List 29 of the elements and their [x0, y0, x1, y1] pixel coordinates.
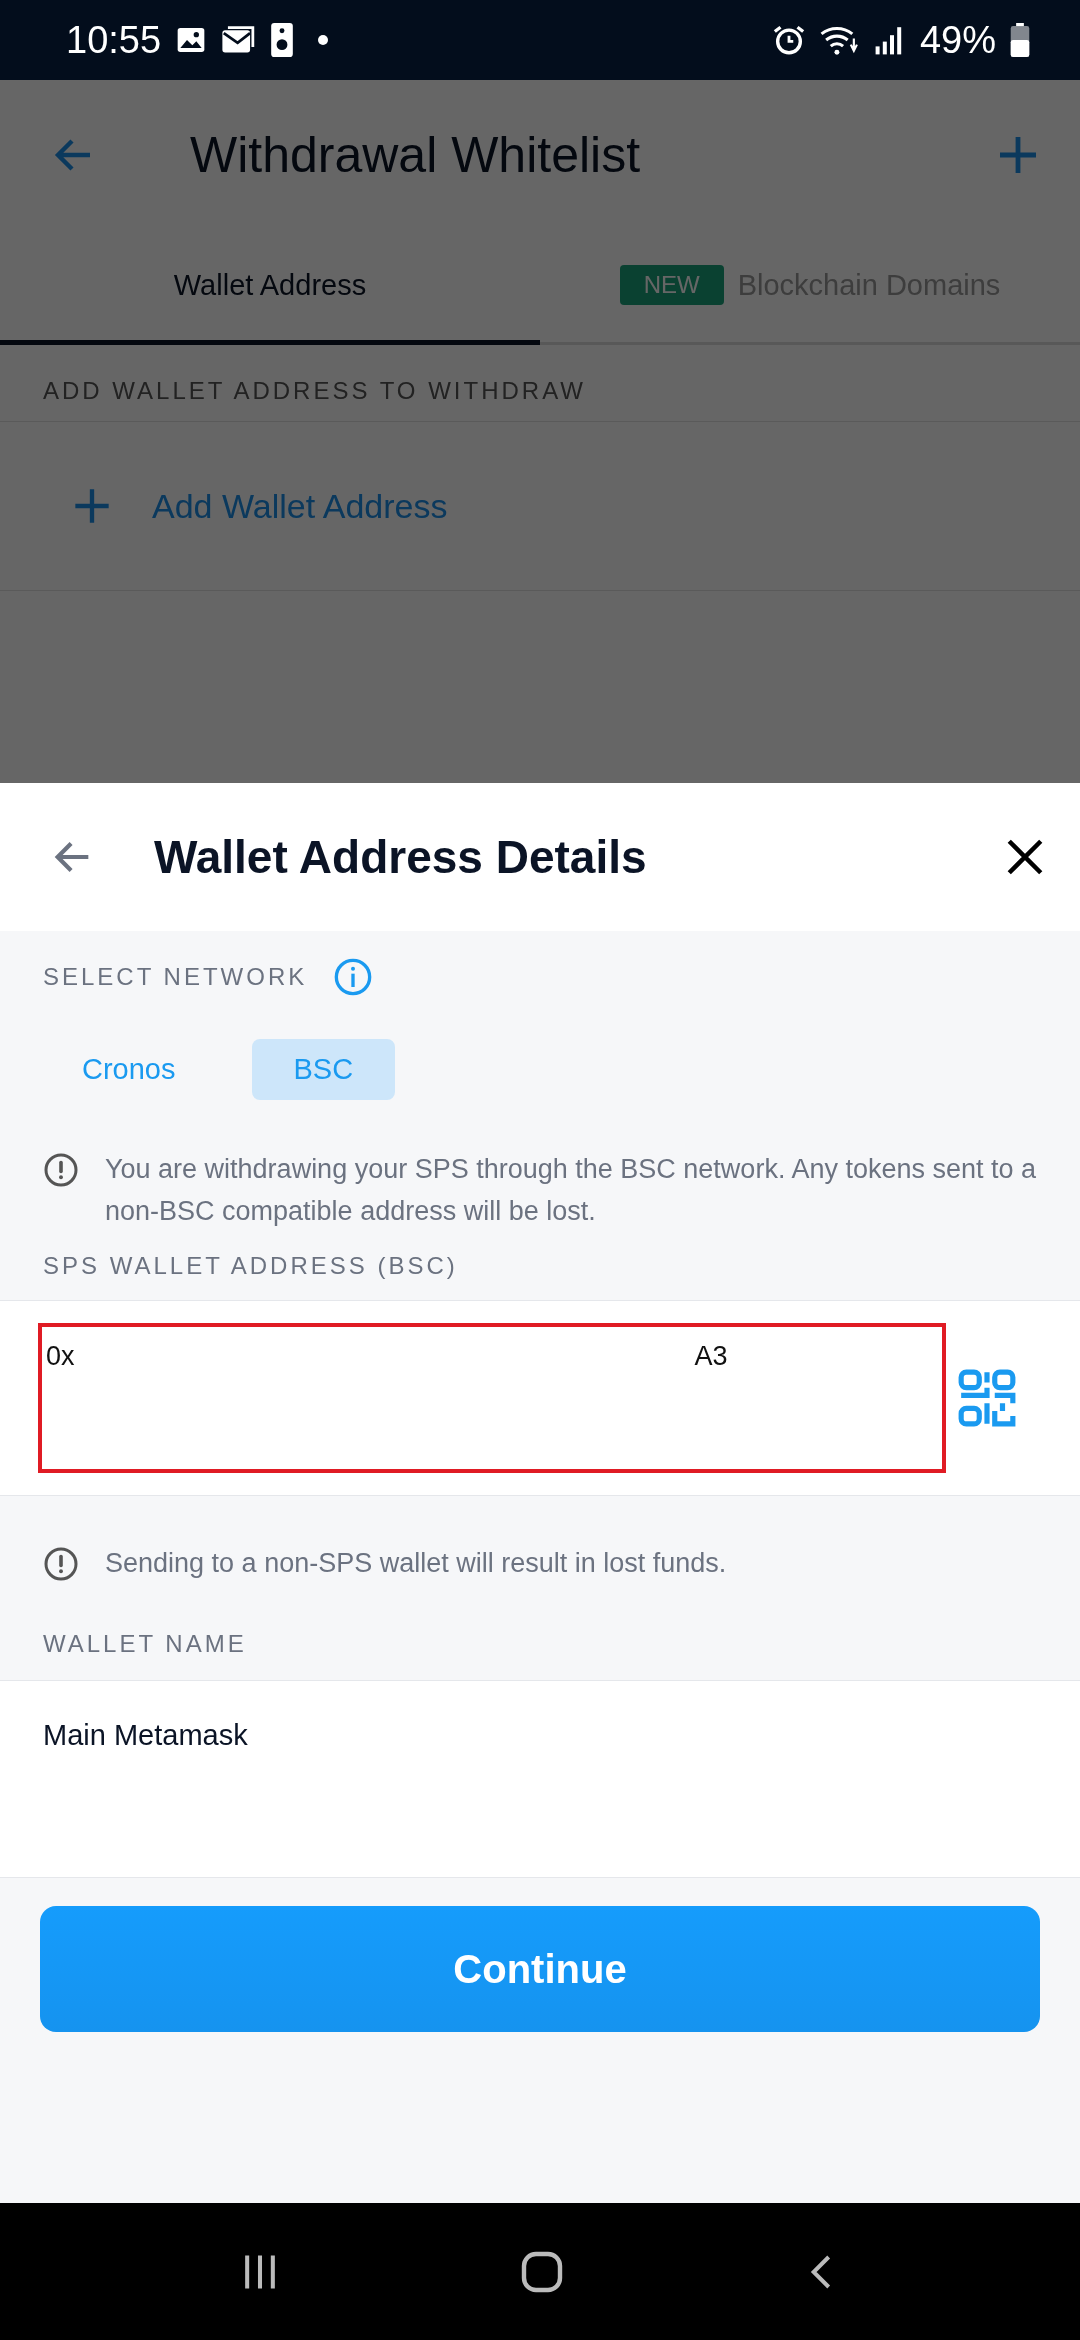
- continue-button[interactable]: Continue: [40, 1906, 1040, 2032]
- section-label: WALLET NAME: [43, 1630, 247, 1658]
- network-notice: You are withdrawing your SPS through the BSC network. Any tokens sent to a non-BSC compatible address will be lost.: [105, 1153, 1037, 1228]
- battery-icon: [1010, 23, 1030, 57]
- network-chip[interactable]: Cronos: [40, 1039, 218, 1100]
- alert-icon: [43, 1152, 79, 1188]
- new-badge: NEW: [619, 265, 724, 305]
- screen-title: Withdrawal Whitelist: [190, 126, 642, 184]
- add-wallet-label: Add Wallet Address: [152, 486, 448, 526]
- section-label: SELECT NETWORK: [43, 963, 308, 991]
- dot-icon: [317, 34, 330, 46]
- info-icon[interactable]: [333, 957, 374, 997]
- alert-icon: [43, 1546, 79, 1582]
- address-notice: Sending to a non-SPS wallet will result in lost funds.: [105, 1547, 727, 1580]
- wallet-name-field[interactable]: Main Metamask: [0, 1681, 1080, 1877]
- section-label: SPS WALLET ADDRESS (BSC): [43, 1252, 458, 1280]
- network-chip[interactable]: BSC: [251, 1039, 396, 1100]
- alarm-icon: [771, 23, 806, 57]
- add-wallet-row[interactable]: Add Wallet Address: [0, 422, 1080, 591]
- tab-label: Wallet Address: [173, 268, 367, 302]
- status-time: 10:55: [66, 18, 162, 62]
- section-label: ADD WALLET ADDRESS TO WITHDRAW: [0, 345, 1080, 422]
- battery-percent: 49%: [919, 18, 996, 62]
- qr-scan-icon[interactable]: [956, 1367, 1018, 1429]
- address-field[interactable]: 0x A3: [38, 1323, 946, 1473]
- speaker-icon: [271, 23, 294, 57]
- sheet-title: Wallet Address Details: [154, 830, 648, 884]
- tab[interactable]: Wallet Address: [0, 230, 540, 345]
- plus-icon: [72, 486, 112, 526]
